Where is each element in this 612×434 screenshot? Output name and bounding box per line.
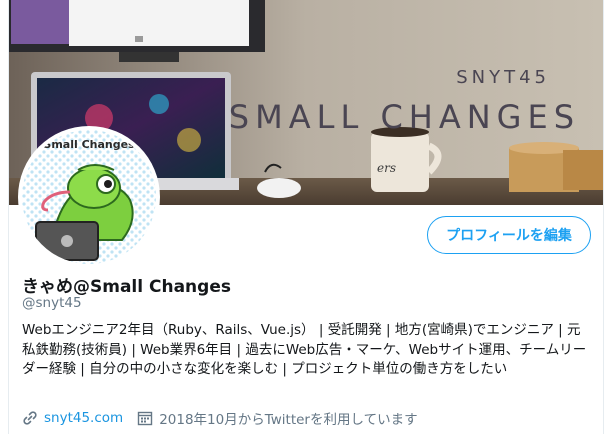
banner-brand-large: SMALL CHANGES <box>229 98 580 136</box>
website-link[interactable]: snyt45.com <box>44 410 123 426</box>
profile-meta: snyt45.com 2018年10月からTwitterを利用しています <box>22 408 418 428</box>
profile-page: ers SNYT45 SMALL CHANGES Small Changes プ… <box>0 0 612 434</box>
calendar-icon <box>137 410 153 426</box>
right-divider <box>603 0 604 434</box>
profile-bio: Webエンジニア2年目（Ruby、Rails、Vue.js） | 受託開発 | … <box>22 322 587 377</box>
display-name: きゃめ@Small Changes <box>22 277 231 297</box>
edit-profile-button[interactable]: プロフィールを編集 <box>427 216 591 254</box>
profile-avatar[interactable]: Small Changes <box>18 126 160 268</box>
link-icon <box>22 410 38 426</box>
avatar-image: Small Changes <box>22 130 156 264</box>
user-handle: @snyt45 <box>22 295 82 311</box>
svg-text:ers: ers <box>377 161 396 175</box>
banner-brand-small: SNYT45 <box>456 67 550 88</box>
avatar-label: Small Changes <box>43 138 135 151</box>
joined-date: 2018年10月からTwitterを利用しています <box>159 412 418 428</box>
